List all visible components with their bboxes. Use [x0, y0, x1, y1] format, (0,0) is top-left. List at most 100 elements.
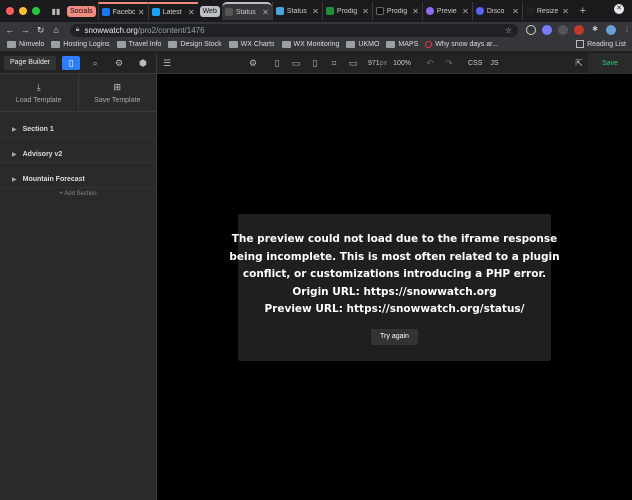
address-bar[interactable]: 🔒︎ snowwatch.org/pro2/content/1476 ☆	[69, 23, 519, 37]
bookmark-label: WX Charts	[240, 41, 275, 48]
tab-list: Socials Facebo ✕ Latest ✕ Web Status ✕ S…	[65, 0, 590, 22]
save-button[interactable]: Save	[588, 53, 632, 74]
desktop-icon[interactable]: ▭	[346, 58, 360, 69]
css-button[interactable]: CSS	[468, 60, 482, 67]
try-again-button[interactable]: Try again	[371, 328, 418, 345]
back-icon[interactable]: ←	[4, 25, 15, 35]
bookmark-travel-info[interactable]: Travel Info	[116, 41, 161, 48]
tab-prodigy-1[interactable]: Prodig ✕	[321, 2, 372, 20]
js-button[interactable]: JS	[490, 60, 498, 67]
tab-prodigy-2[interactable]: Prodig ✕	[371, 2, 422, 20]
canvas-zoom[interactable]: 100%	[393, 60, 411, 67]
reading-list-button[interactable]: Reading List	[576, 40, 626, 48]
new-tab-icon[interactable]: +	[576, 5, 590, 17]
folder-icon	[281, 41, 291, 48]
section-list: ▶ Section 1 ▶ Advisory v2 ▶ Mountain Foreca…	[0, 122, 156, 197]
crop-icon[interactable]: ⌗	[327, 58, 341, 69]
close-window-button[interactable]	[6, 7, 14, 15]
bookmark-star-icon[interactable]: ☆	[505, 26, 512, 35]
tab-resize[interactable]: Resize ✕	[521, 2, 572, 20]
extension-red-icon[interactable]	[574, 25, 585, 35]
close-tab-icon[interactable]: ✕	[412, 7, 419, 16]
section-item-section-1[interactable]: ▶ Section 1	[0, 122, 156, 138]
profile-avatar[interactable]	[606, 25, 617, 35]
bookmark-wx-monitoring[interactable]: WX Monitoring	[281, 41, 340, 48]
close-tab-icon[interactable]: ✕	[262, 8, 269, 17]
tab-latest[interactable]: Latest ✕	[147, 2, 198, 20]
bookmark-snow-days[interactable]: Why snow days ar...	[425, 41, 498, 48]
tab-group-socials[interactable]: Socials	[67, 5, 96, 17]
tablet-portrait-icon[interactable]: ▯	[308, 58, 322, 69]
bookmark-nimvelo[interactable]: Nimvelo	[7, 41, 44, 48]
add-section-button[interactable]: + Add Section	[0, 191, 156, 197]
tab-discord[interactable]: Disco ✕	[471, 2, 522, 20]
bookmark-maps[interactable]: MAPS	[386, 41, 418, 48]
tab-label: Latest	[162, 8, 182, 16]
tab-status-active[interactable]: Status ✕	[221, 2, 272, 20]
bookmark-label: WX Monitoring	[293, 41, 340, 48]
reload-icon[interactable]: ↻	[35, 25, 46, 36]
redo-icon[interactable]: ↷	[442, 58, 456, 69]
maximize-window-button[interactable]	[32, 7, 40, 15]
tab-search-icon[interactable]: ▮▮	[49, 4, 63, 18]
puzzle-icon[interactable]: ✱	[590, 25, 600, 35]
notion-icon	[375, 7, 384, 15]
section-item-mountain-forecast[interactable]: ▶ Mountain Forecast	[0, 172, 156, 188]
bookmark-hosting-logins[interactable]: Hosting Logins	[51, 41, 110, 48]
origin-url: Origin URL: https://snowwatch.org	[292, 285, 497, 298]
bookmark-ukmo[interactable]: UKMO	[346, 41, 379, 48]
close-tab-icon[interactable]: ✕	[362, 7, 369, 16]
undo-icon[interactable]: ↶	[423, 58, 437, 69]
layout-panel-icon[interactable]: ▯	[62, 56, 81, 70]
save-template-button[interactable]: ⊞ Save Template	[77, 74, 157, 111]
lock-icon: 🔒︎	[75, 26, 80, 33]
tab-status[interactable]: Status ✕	[271, 2, 322, 20]
mobile-landscape-icon[interactable]: ▭	[289, 58, 303, 69]
load-template-button[interactable]: ⤓ Load Template	[0, 74, 78, 111]
bookmark-design-stock[interactable]: Design Stock	[168, 41, 222, 48]
search-icon[interactable]: ⌕	[86, 56, 104, 70]
sheets-icon	[325, 7, 334, 15]
home-icon[interactable]: ⌂	[50, 25, 61, 35]
url-path: /pro2/content/1476	[137, 25, 205, 35]
tab-preview[interactable]: Previe ✕	[421, 2, 472, 20]
hamburger-menu-icon[interactable]: ☰	[160, 58, 174, 69]
extension-2-icon[interactable]	[542, 25, 553, 35]
preview-url: Preview URL: https://snowwatch.org/statu…	[264, 303, 525, 315]
close-tab-icon[interactable]: ✕	[188, 8, 195, 17]
tab-group-web[interactable]: Web	[199, 5, 220, 17]
page-builder-button[interactable]: Page Builder	[4, 56, 57, 70]
device-settings-icon[interactable]: ⚙	[246, 58, 260, 69]
section-item-advisory-v2[interactable]: ▶ Advisory v2	[0, 147, 156, 163]
close-tab-icon[interactable]: ✕	[462, 7, 469, 16]
url-host: snowwatch.org	[84, 25, 138, 35]
tab-facebook[interactable]: Facebo ✕	[97, 2, 148, 20]
caret-right-icon: ▶	[12, 177, 17, 183]
tab-menu-icon[interactable]: ✕	[614, 4, 624, 14]
close-tab-icon[interactable]: ✕	[312, 7, 319, 16]
external-link-icon[interactable]: ⇱	[572, 58, 586, 69]
folder-icon	[7, 41, 16, 48]
cube-icon[interactable]: ⬢	[134, 56, 152, 70]
camera-icon[interactable]	[558, 25, 569, 35]
forward-icon[interactable]: →	[19, 25, 30, 35]
error-message-line-1: The preview could not load due to the if…	[231, 233, 558, 245]
bookmark-wx-charts[interactable]: WX Charts	[228, 41, 275, 48]
window-controls	[6, 7, 40, 15]
screen: ▮▮ Socials Facebo ✕ Latest ✕ Web Status …	[0, 0, 632, 500]
close-tab-icon[interactable]: ✕	[512, 7, 519, 16]
tab-label: Previe	[436, 7, 457, 15]
menu-kebab-icon[interactable]: ⋮	[622, 25, 632, 35]
save-template-icon: ⊞	[113, 81, 122, 92]
bookmark-label: Design Stock	[180, 41, 222, 48]
close-tab-icon[interactable]: ✕	[562, 7, 569, 16]
close-tab-icon[interactable]: ✕	[138, 8, 145, 17]
canvas-width[interactable]: 971px	[368, 60, 387, 67]
discord-icon	[475, 7, 484, 15]
canvas-width-unit: px	[379, 59, 388, 67]
section-label: Section 1	[22, 126, 54, 133]
minimize-window-button[interactable]	[19, 7, 27, 15]
gear-icon[interactable]: ⚙	[110, 56, 128, 70]
extension-1-icon[interactable]	[526, 25, 537, 35]
mobile-portrait-icon[interactable]: ▯	[270, 58, 284, 69]
